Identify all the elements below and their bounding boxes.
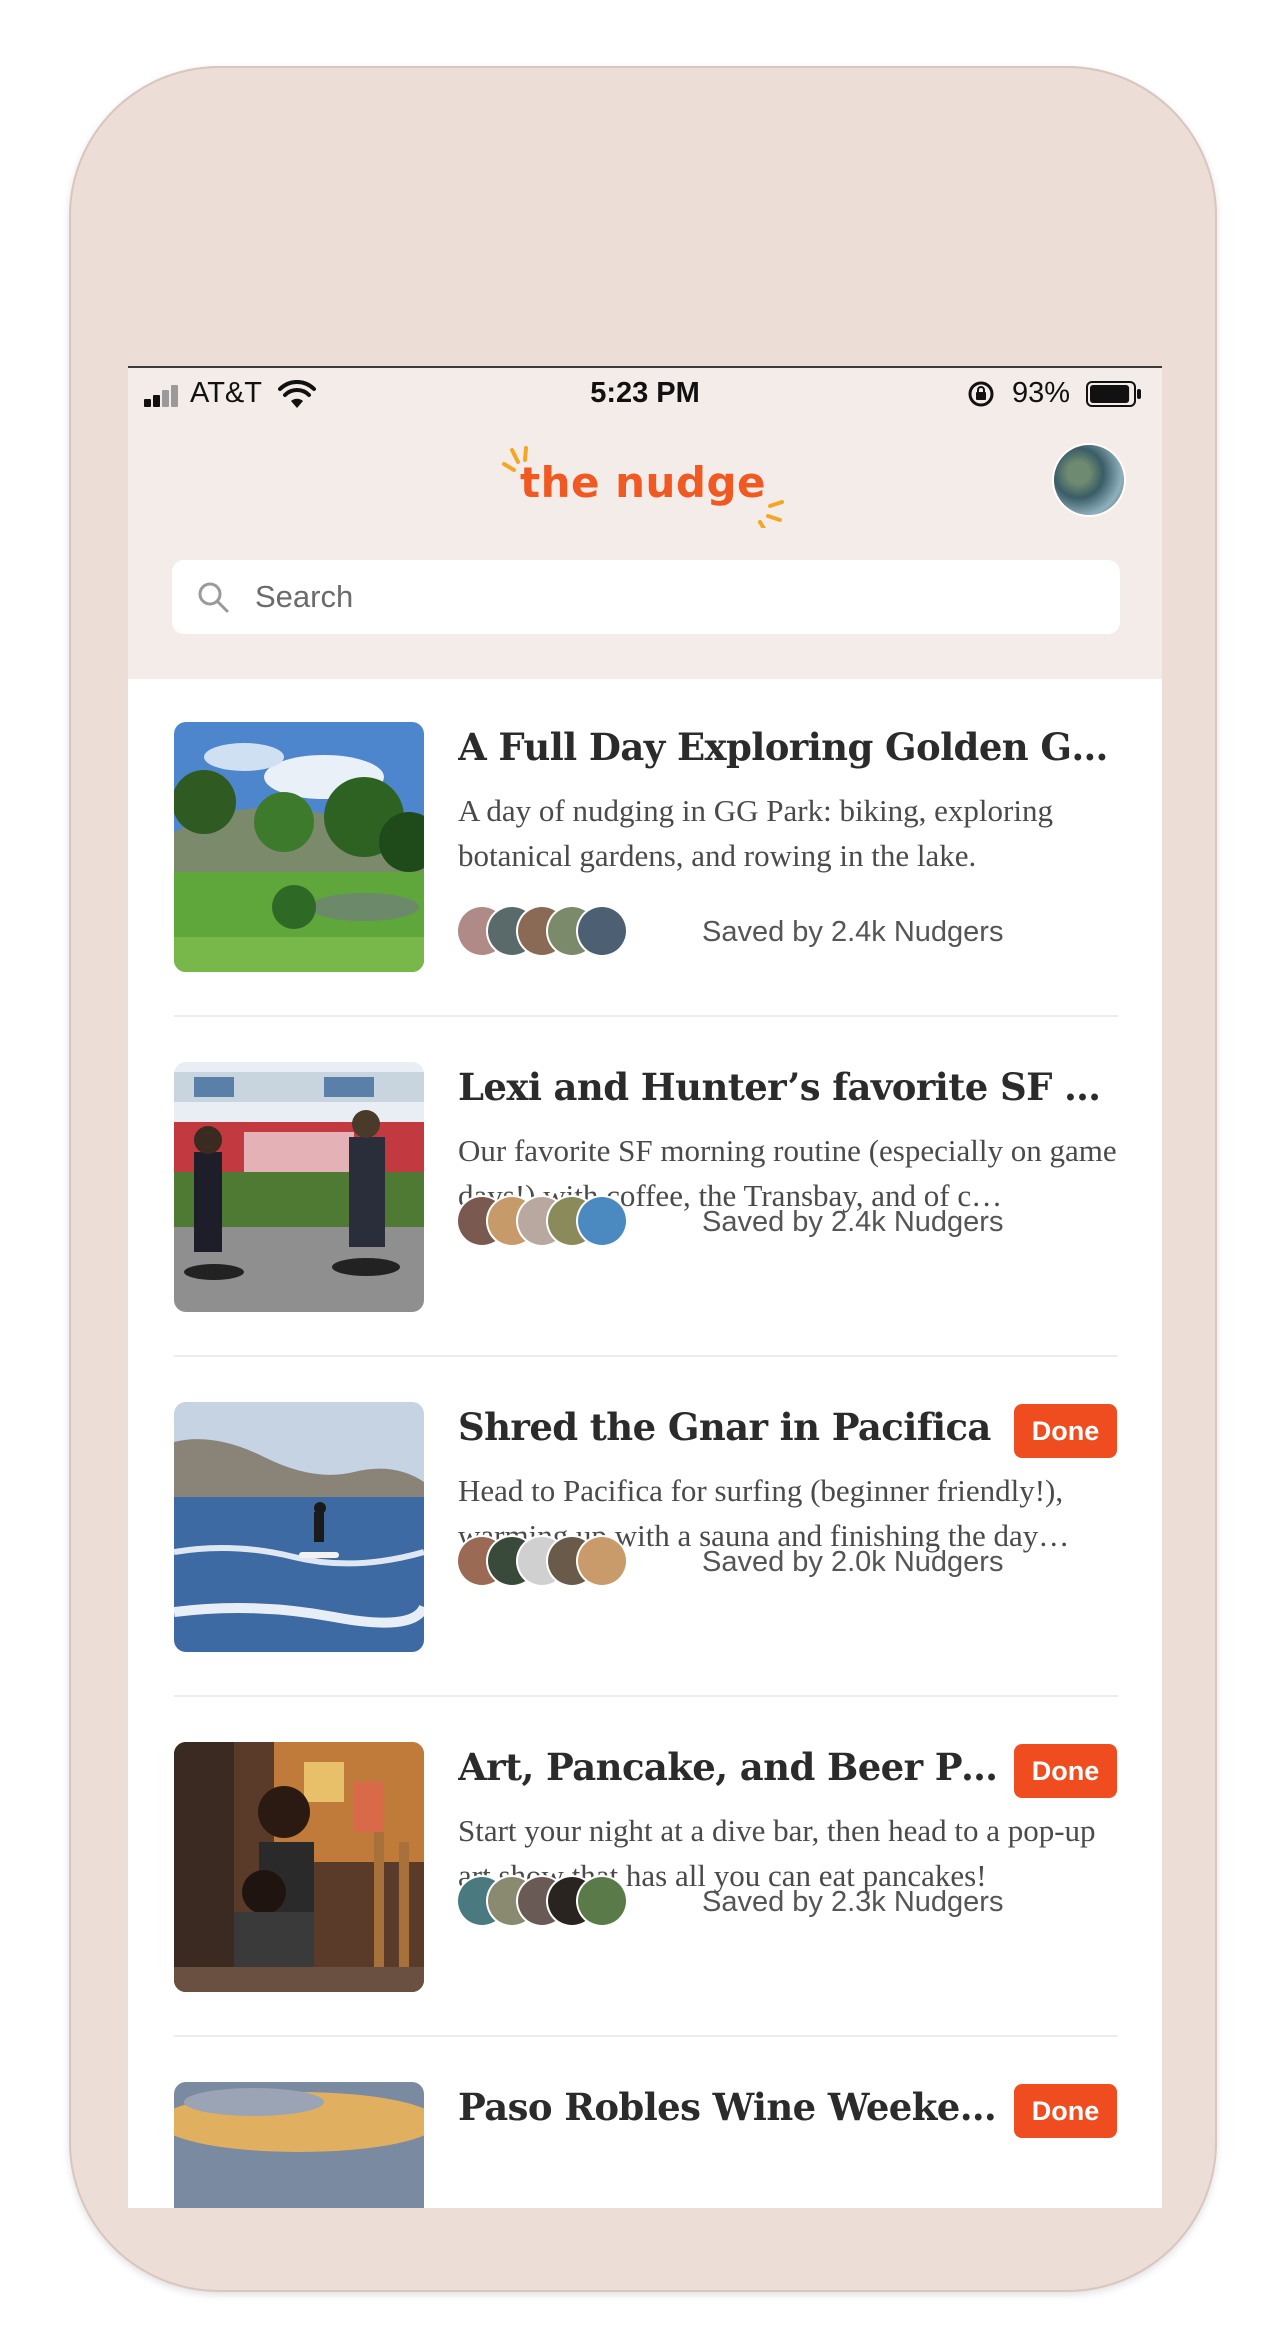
avatar	[578, 907, 626, 955]
pacifica-surfing-thumbnail	[174, 1402, 424, 1652]
saved-count: Saved by 2.3k Nudgers	[702, 1886, 1004, 1918]
the-nudge-logo: the nudge	[498, 438, 798, 528]
battery-percent: 93%	[1012, 377, 1071, 409]
done-badge[interactable]: Done	[1014, 1404, 1117, 1458]
feed-card[interactable]: Lexi and Hunter’s favorite SF mo… Our fa…	[128, 1017, 1162, 1357]
paso-robles-thumbnail	[174, 2082, 424, 2208]
search-icon	[198, 582, 229, 613]
avatar	[578, 1877, 626, 1925]
battery-icon	[1086, 381, 1141, 407]
search-input[interactable]: Search	[255, 579, 353, 615]
saved-by-row: Saved by 2.0k Nudgers	[458, 1537, 1118, 1587]
saved-by-row: Saved by 2.4k Nudgers	[458, 1197, 1118, 1247]
clock: 5:23 PM	[590, 377, 700, 409]
saved-count: Saved by 2.4k Nudgers	[702, 1206, 1004, 1238]
rotation-lock-icon	[968, 381, 994, 407]
saved-count: Saved by 2.4k Nudgers	[702, 916, 1004, 948]
avatar	[578, 1537, 626, 1585]
saved-by-row: Saved by 2.4k Nudgers	[458, 907, 1118, 957]
saver-avatars	[458, 1877, 698, 1927]
status-bar: AT&T 5:23 PM 93%	[128, 368, 1162, 422]
app-header: AT&T 5:23 PM 93% the nudge Search	[128, 366, 1162, 679]
saved-by-row: Saved by 2.3k Nudgers	[458, 1877, 1118, 1927]
app-screen: AT&T 5:23 PM 93% the nudge Search A Full…	[128, 366, 1162, 2208]
art-pancake-thumbnail	[174, 1742, 424, 1992]
logo-text: the nudge	[520, 458, 766, 507]
saver-avatars	[458, 1197, 698, 1247]
golden-gate-park-thumbnail	[174, 722, 424, 972]
done-badge[interactable]: Done	[1014, 1744, 1117, 1798]
card-title[interactable]: A Full Day Exploring Golden Gat…	[458, 725, 1118, 769]
avatar	[578, 1197, 626, 1245]
done-badge[interactable]: Done	[1014, 2084, 1117, 2138]
profile-avatar[interactable]	[1054, 445, 1124, 515]
saver-avatars	[458, 907, 698, 957]
scooter-riders-thumbnail	[174, 1062, 424, 1312]
card-title[interactable]: Lexi and Hunter’s favorite SF mo…	[458, 1065, 1118, 1109]
saved-count: Saved by 2.0k Nudgers	[702, 1546, 1004, 1578]
feed-card[interactable]: Shred the Gnar in Pacifica Done Head to …	[128, 1357, 1162, 1697]
card-description: A day of nudging in GG Park: biking, exp…	[458, 793, 1053, 873]
card-title[interactable]: Shred the Gnar in Pacifica	[458, 1405, 998, 1449]
card-title[interactable]: Paso Robles Wine Weekend	[458, 2085, 998, 2129]
feed-card[interactable]: Paso Robles Wine Weekend Done	[128, 2037, 1162, 2208]
saver-avatars	[458, 1537, 698, 1587]
card-title[interactable]: Art, Pancake, and Beer Po…	[458, 1745, 998, 1789]
feed-card[interactable]: Art, Pancake, and Beer Po… Done Start yo…	[128, 1697, 1162, 2037]
feed-card[interactable]: A Full Day Exploring Golden Gat… A day o…	[128, 677, 1162, 1017]
search-bar[interactable]: Search	[172, 560, 1120, 634]
